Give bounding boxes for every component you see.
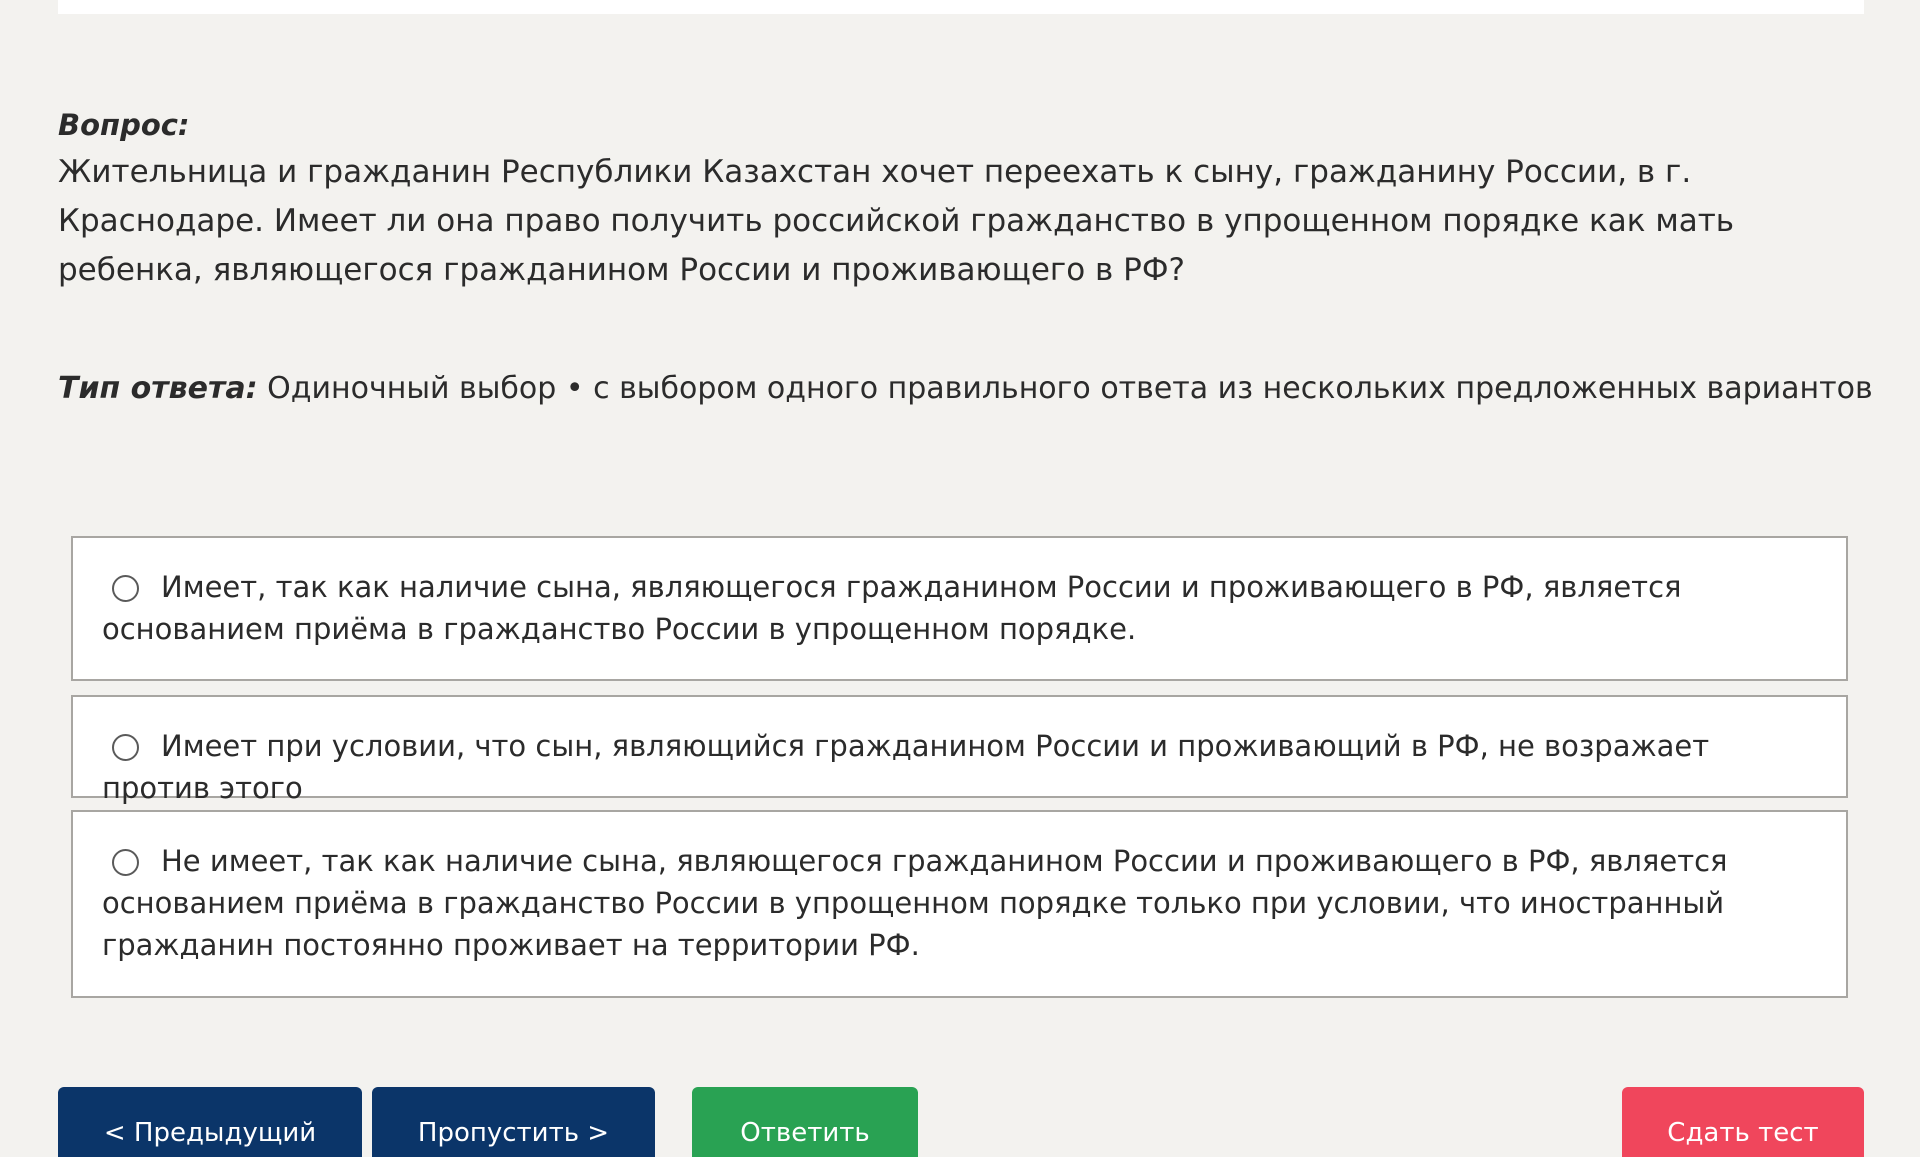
answer-option-text: Имеет, так как наличие сына, являющегося… (102, 570, 1682, 646)
answer-type: Тип ответа: Одиночный выбор • с выбором … (58, 366, 1873, 412)
radio-button-icon[interactable] (112, 575, 139, 602)
answer-button[interactable]: Ответить (692, 1087, 918, 1157)
answer-type-value: Одиночный выбор • с выбором одного прави… (267, 371, 1873, 406)
skip-button[interactable]: Пропустить > (372, 1087, 655, 1157)
top-card-edge (58, 0, 1864, 14)
answer-option-text: Не имеет, так как наличие сына, являющег… (102, 844, 1728, 962)
answer-type-label: Тип ответа: (58, 371, 258, 406)
answer-option-2[interactable]: Имеет при условии, что сын, являющийся г… (71, 695, 1848, 805)
radio-button-icon[interactable] (112, 734, 139, 761)
question-label: Вопрос: (58, 108, 190, 142)
answer-option-1[interactable]: Имеет, так как наличие сына, являющегося… (71, 536, 1848, 681)
radio-button-icon[interactable] (112, 849, 139, 876)
question-text: Жительница и гражданин Республики Казахс… (58, 154, 1735, 288)
previous-button[interactable]: < Предыдущий (58, 1087, 362, 1157)
finish-test-button[interactable]: Сдать тест (1622, 1087, 1864, 1157)
answer-option-3[interactable]: Не имеет, так как наличие сына, являющег… (71, 810, 1848, 998)
question-block: Вопрос: Жительница и гражданин Республик… (58, 102, 1864, 295)
answer-option-text: Имеет при условии, что сын, являющийся г… (102, 729, 1710, 805)
